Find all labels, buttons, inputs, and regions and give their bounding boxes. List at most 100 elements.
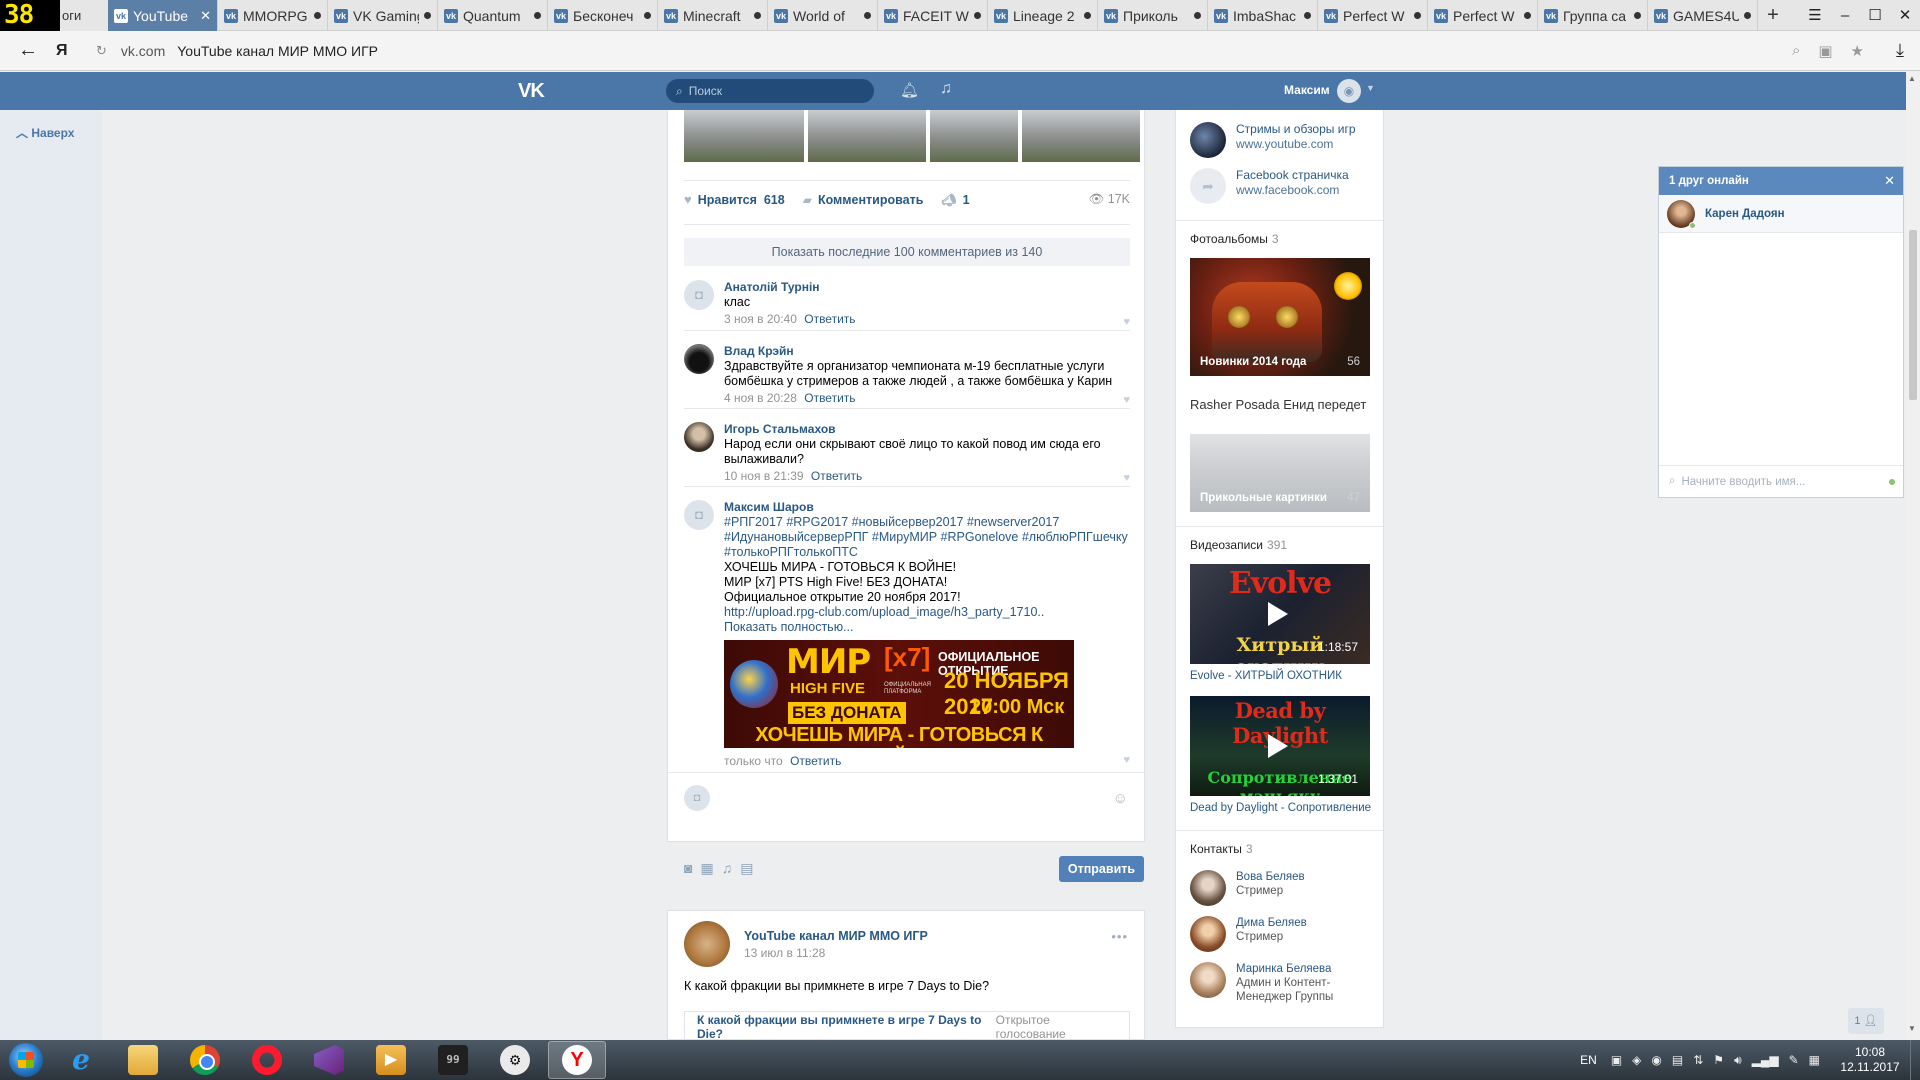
browser-tab[interactable]: vk Quantum xyxy=(438,0,548,31)
close-window-button[interactable]: ✕ xyxy=(1890,0,1920,31)
comment-author[interactable]: Влад Крэйн xyxy=(724,344,1130,359)
reply-link[interactable]: Ответить xyxy=(804,391,855,405)
contact-item[interactable]: Дима Беляев Стример xyxy=(1190,916,1307,952)
community-avatar[interactable] xyxy=(684,921,730,967)
send-button[interactable]: Отправить xyxy=(1059,856,1144,882)
reply-link[interactable]: Ответить xyxy=(804,312,855,326)
photo-album[interactable]: Прикольные картинки 47 xyxy=(1190,434,1370,512)
share-button[interactable]: 📣︎ 1 xyxy=(941,193,969,207)
browser-tab[interactable]: vk Perfect W xyxy=(1428,0,1538,31)
video-title-link[interactable]: Evolve - ХИТРЫЙ ОХОТНИК xyxy=(1190,670,1342,682)
music-note-icon[interactable]: ♫ xyxy=(940,80,952,98)
comment-like-icon[interactable]: ♥ xyxy=(1123,754,1130,766)
vk-logo[interactable]: VK xyxy=(518,80,545,103)
browser-tab[interactable]: vk ImbaShac xyxy=(1208,0,1318,31)
contact-item[interactable]: Вова Беляев Стример xyxy=(1190,870,1305,906)
taskbar-opera[interactable] xyxy=(238,1041,296,1079)
video-thumbnail[interactable]: Dead by Daylight Сопротивление маньяку 1… xyxy=(1190,696,1370,796)
camera-icon[interactable]: ◘ xyxy=(684,500,714,530)
contact-item[interactable]: Маринка Беляева Админ и Контент-Менеджер… xyxy=(1190,962,1346,1004)
comment-like-icon[interactable]: ♥ xyxy=(1123,316,1130,328)
promo-banner-image[interactable]: МИР [x7] HIGH FIVE ОФИЦИАЛЬНАЯ ПЛАТФОРМА… xyxy=(724,640,1074,748)
browser-tab[interactable]: vk Minecraft xyxy=(658,0,768,31)
reload-icon[interactable]: ↻ xyxy=(96,43,107,59)
tray-app-icon[interactable]: ✎ xyxy=(1789,1053,1799,1067)
commenter-avatar[interactable] xyxy=(684,422,714,452)
post-photo[interactable] xyxy=(684,110,804,162)
browser-tab[interactable]: vk Lineage 2 xyxy=(988,0,1098,31)
close-icon[interactable]: ✕ xyxy=(1884,167,1895,195)
search-page-icon[interactable]: ⌕ xyxy=(1792,42,1800,60)
post-photo[interactable] xyxy=(930,110,1018,162)
signal-icon[interactable]: ▂▄▆ xyxy=(1752,1053,1779,1067)
scroll-up-arrow-icon[interactable]: ▲ xyxy=(1908,74,1916,83)
post-author[interactable]: YouTube канал МИР ММО ИГР xyxy=(744,929,928,943)
download-icon[interactable]: ⤓ xyxy=(1880,40,1920,61)
volume-icon[interactable]: 🔊︎ xyxy=(1734,1053,1742,1068)
video-title-link[interactable]: Dead by Daylight - Сопротивление xyxy=(1190,802,1371,814)
like-button[interactable]: ♥ Нравится 618 xyxy=(684,192,785,207)
comment-time[interactable]: 4 ноя в 20:28 xyxy=(724,391,797,405)
lock-icon[interactable]: ▣ xyxy=(1818,42,1832,60)
user-name[interactable]: Максим xyxy=(1284,83,1330,97)
browser-tab[interactable]: vk Группа ca xyxy=(1538,0,1648,31)
back-to-top-link[interactable]: ︿ Наверх xyxy=(16,124,74,141)
document-attach-icon[interactable]: ▤ xyxy=(740,860,753,877)
tray-app-icon[interactable]: ▦ xyxy=(1809,1053,1820,1067)
post-photo[interactable] xyxy=(808,110,926,162)
camera-icon[interactable]: ◘ xyxy=(684,785,710,811)
menu-icon[interactable]: ☰ xyxy=(1800,0,1830,31)
minimize-button[interactable]: – xyxy=(1830,0,1860,31)
url-field[interactable]: ↻ vk.com YouTube канал МИР ММО ИГР xyxy=(96,36,1782,66)
tray-app-icon[interactable]: ◈ xyxy=(1632,1053,1641,1067)
post-photo[interactable] xyxy=(1022,110,1140,162)
comment-time[interactable]: только что xyxy=(724,754,783,768)
community-link[interactable]: ➦ Facebook страничка www.facebook.com xyxy=(1190,168,1349,204)
camera-icon[interactable]: ◘ xyxy=(684,280,714,310)
language-indicator[interactable]: EN xyxy=(1580,1053,1597,1067)
reply-link[interactable]: Ответить xyxy=(790,754,841,768)
first-tab-label[interactable]: оги xyxy=(60,0,108,31)
photo-attach-icon[interactable]: ◙ xyxy=(684,860,692,877)
scrollbar-thumb[interactable] xyxy=(1909,230,1917,400)
comment-time[interactable]: 3 ноя в 20:40 xyxy=(724,312,797,326)
play-icon[interactable] xyxy=(1268,602,1288,626)
poll[interactable]: К какой фракции вы примкнете в игре 7 Da… xyxy=(684,1011,1130,1041)
page-scrollbar[interactable]: ▲ ▼ xyxy=(1906,72,1920,1040)
chat-toggle-button[interactable]: 1 👤︎ xyxy=(1848,1008,1884,1034)
close-tab-icon[interactable]: ✕ xyxy=(200,8,211,24)
comment-hashtags[interactable]: #РПГ2017 #RPG2017 #новыйсервер2017 #news… xyxy=(724,515,1130,560)
tray-app-icon[interactable]: ▣ xyxy=(1611,1053,1622,1067)
scroll-down-arrow-icon[interactable]: ▼ xyxy=(1908,1024,1916,1033)
audio-attach-icon[interactable]: ♫ xyxy=(722,860,733,877)
videos-header[interactable]: Видеозаписи 391 xyxy=(1190,538,1287,552)
online-friend-item[interactable]: Карен Дадоян xyxy=(1659,195,1903,233)
taskbar-ie[interactable]: e xyxy=(52,1041,110,1079)
tray-app-icon[interactable]: ▤ xyxy=(1672,1053,1683,1067)
comment-author[interactable]: Анатолій Турнін xyxy=(724,280,1130,295)
browser-tab[interactable]: vk MMORPG xyxy=(218,0,328,31)
photo-album[interactable]: Новинки 2014 года 56 xyxy=(1190,258,1370,376)
browser-tab[interactable]: vk World of xyxy=(768,0,878,31)
chat-header[interactable]: 1 друг онлайн ✕ xyxy=(1659,167,1903,195)
taskbar-yandex-browser[interactable]: Y xyxy=(548,1041,606,1079)
show-desktop-button[interactable] xyxy=(1910,1040,1920,1080)
vk-search-input[interactable]: ⌕ Поиск xyxy=(666,79,874,103)
back-button[interactable]: ← xyxy=(0,39,56,62)
comment-time[interactable]: 10 ноя в 21:39 xyxy=(724,469,804,483)
comment-like-icon[interactable]: ♥ xyxy=(1123,472,1130,484)
taskbar-media-player[interactable]: ▶ xyxy=(362,1041,420,1079)
emoji-icon[interactable]: ☺ xyxy=(1113,790,1128,807)
promo-url-link[interactable]: http://upload.rpg-club.com/upload_image/… xyxy=(724,605,1130,620)
contacts-header[interactable]: Контакты 3 xyxy=(1190,842,1253,856)
commenter-avatar[interactable] xyxy=(684,344,714,374)
comment-author[interactable]: Максим Шаров xyxy=(724,500,1130,515)
browser-tab[interactable]: vk Perfect W xyxy=(1318,0,1428,31)
browser-tab[interactable]: vk GAMES4U xyxy=(1648,0,1758,31)
bookmark-star-icon[interactable]: ★ xyxy=(1851,42,1864,60)
maximize-button[interactable]: ☐ xyxy=(1860,0,1890,31)
browser-tab[interactable]: vk FACEIT W xyxy=(878,0,988,31)
chevron-down-icon[interactable]: ▼ xyxy=(1366,83,1375,93)
community-link[interactable]: Стримы и обзоры игр www.youtube.com xyxy=(1190,122,1356,158)
taskbar-cmd[interactable]: 99 xyxy=(424,1041,482,1079)
